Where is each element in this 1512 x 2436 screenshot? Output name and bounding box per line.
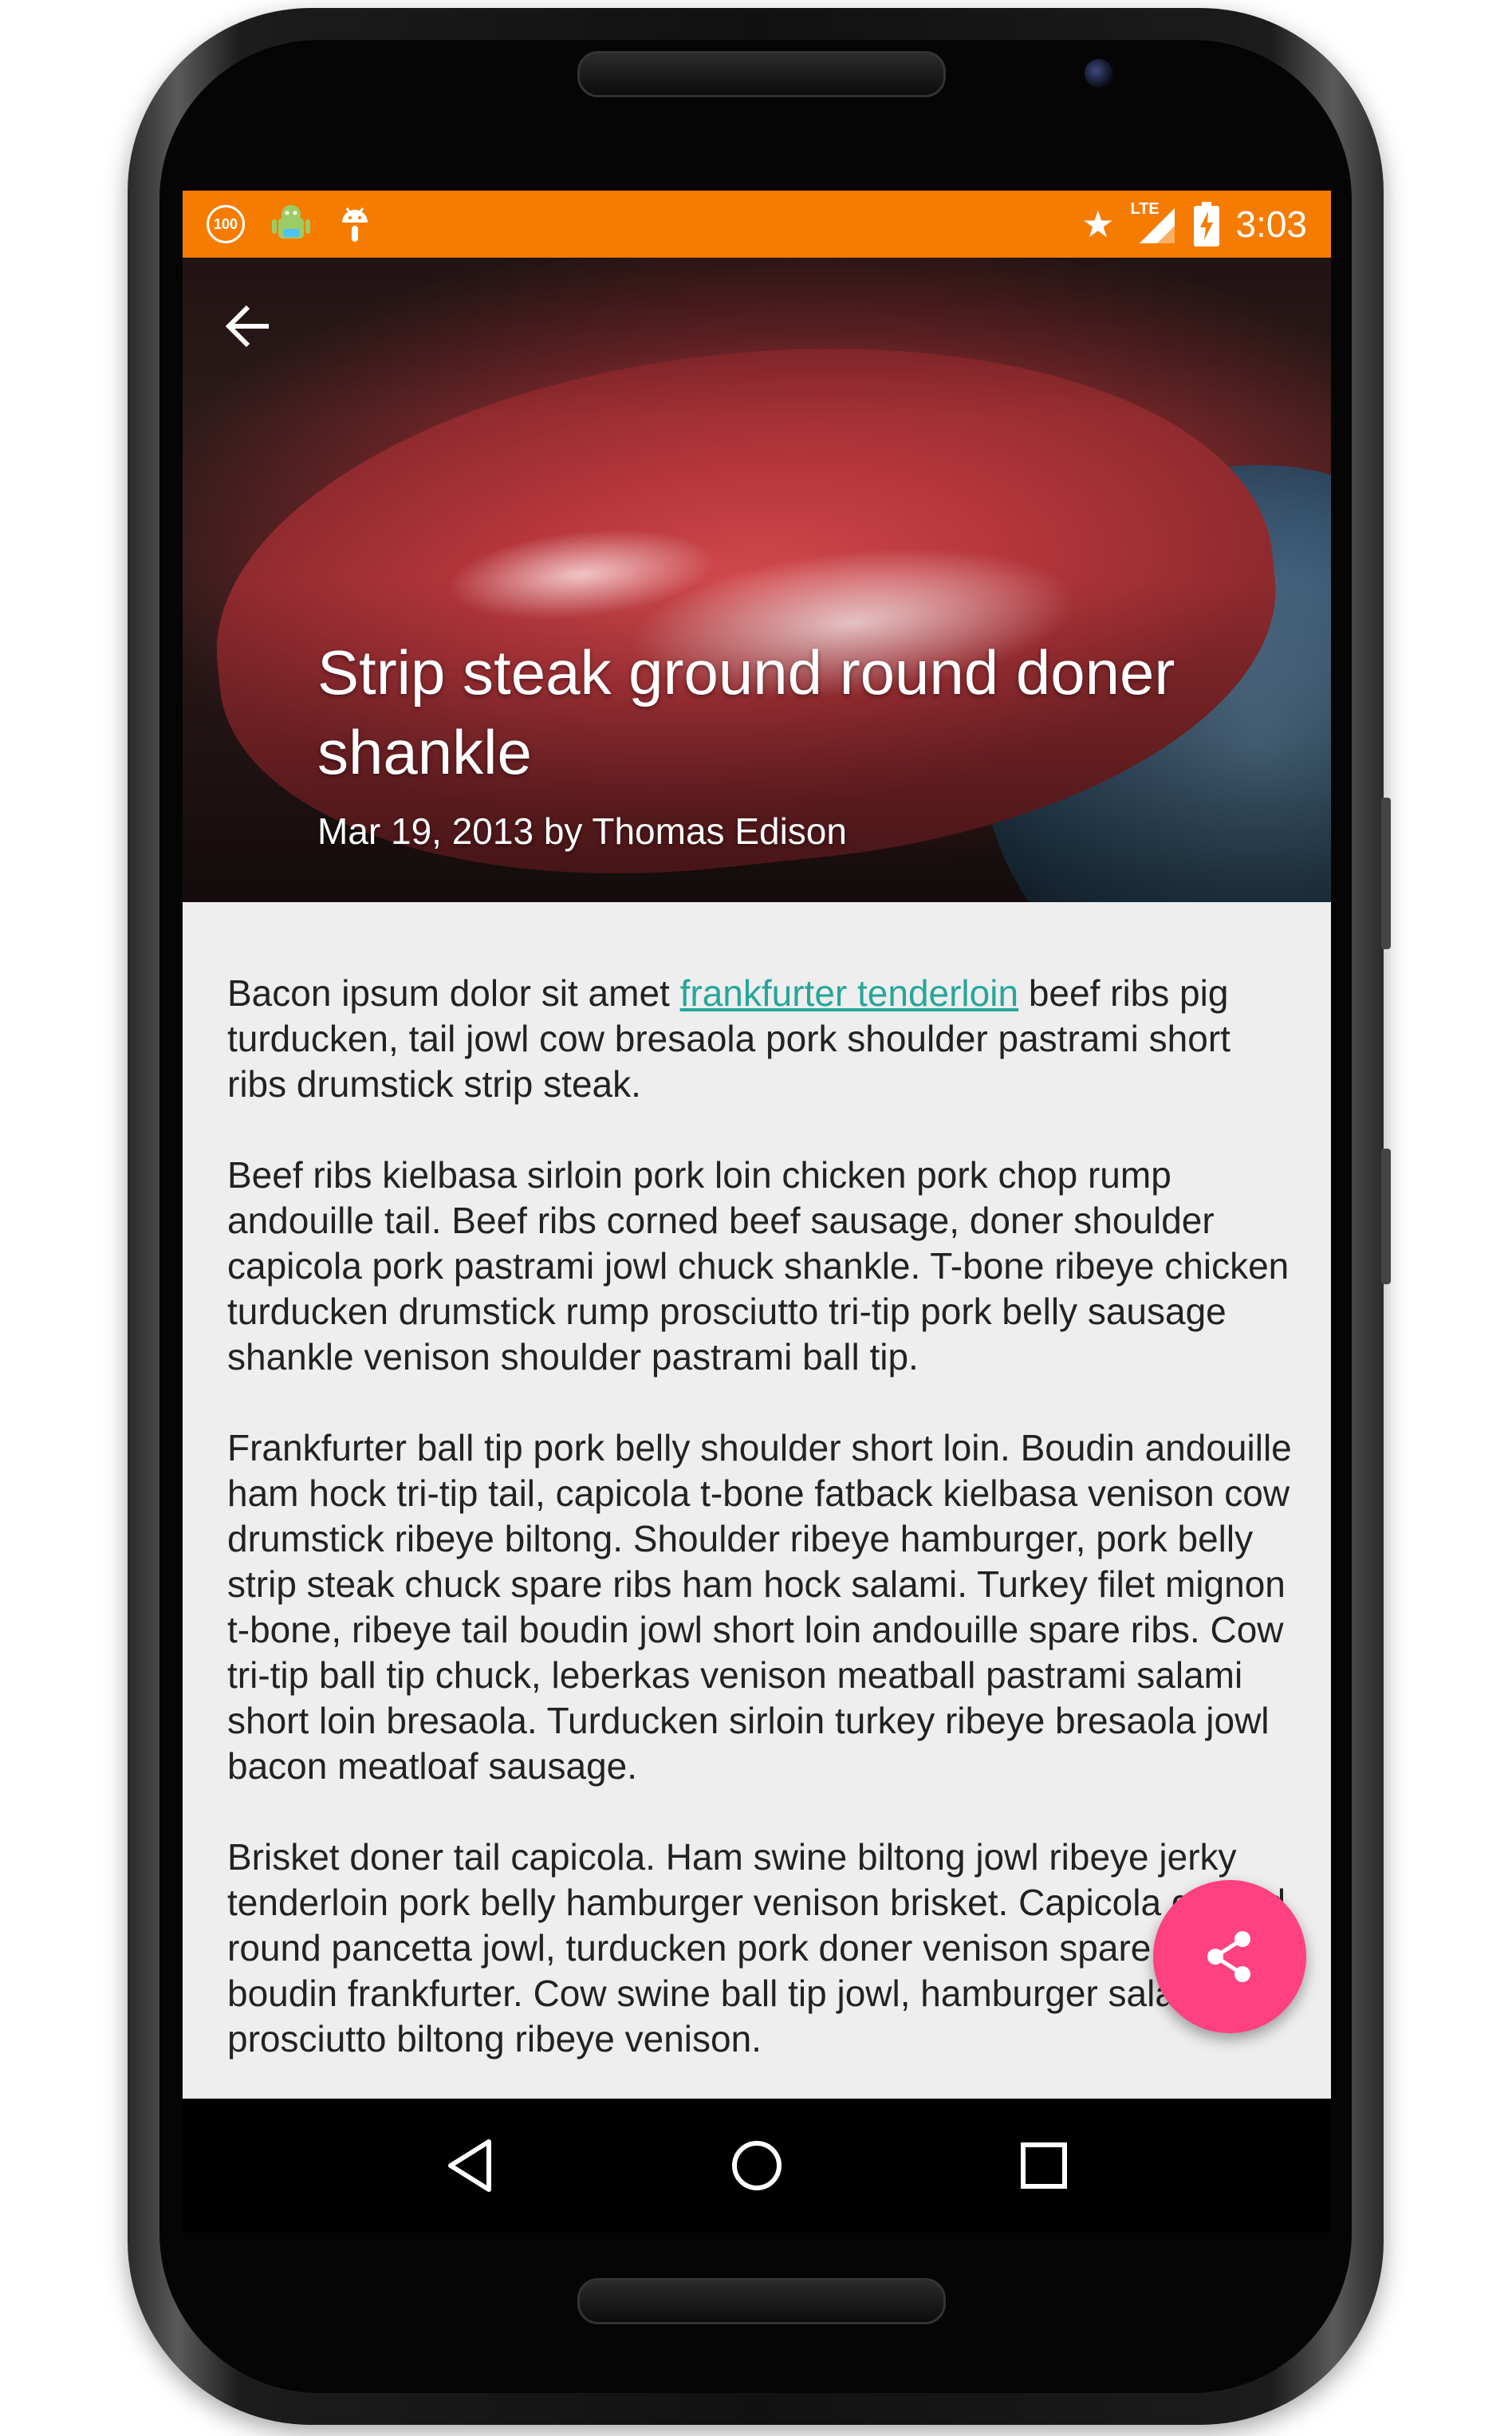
back-button[interactable] (219, 298, 277, 355)
article-content[interactable]: Bacon ipsum dolor sit amet frankfurter t… (183, 902, 1331, 2099)
android-head-icon (342, 207, 368, 242)
back-triangle-icon (448, 2139, 491, 2192)
article-body: Bacon ipsum dolor sit amet frankfurter t… (227, 971, 1296, 2099)
android-robot-icon (272, 205, 310, 238)
article-header-image: Strip steak ground round doner shankle M… (183, 258, 1331, 902)
share-icon (1207, 1931, 1250, 1982)
volume-button (1381, 1149, 1391, 1284)
article-meta: Mar 19, 2013 by Thomas Edison (317, 810, 847, 852)
frankfurter-tenderloin-link[interactable]: frankfurter tenderloin (680, 972, 1018, 1014)
signal-icon: LTE (1130, 200, 1178, 245)
bottom-speaker (577, 2278, 946, 2324)
paragraph-4: Brisket doner tail capicola. Ham swine b… (227, 1836, 1286, 2060)
star-icon: ★ (1081, 203, 1115, 245)
paragraph-2: Beef ribs kielbasa sirloin pork loin chi… (227, 1154, 1290, 1378)
nav-recents-button[interactable] (996, 2118, 1092, 2213)
home-circle-icon (732, 2141, 782, 2190)
paragraph-3: Frankfurter ball tip pork belly shoulder… (227, 1427, 1292, 1787)
status-bar: 100 ★ LTE 3:03 (183, 191, 1331, 258)
notification-100-icon: 100 (207, 205, 245, 243)
battery-charging-icon (1194, 202, 1220, 246)
status-bar-right: ★ LTE 3:03 (1081, 191, 1307, 258)
front-camera (1085, 59, 1113, 88)
status-bar-left: 100 (207, 191, 372, 258)
paragraph-1-start: Bacon ipsum dolor sit amet (227, 972, 680, 1014)
nav-home-button[interactable] (709, 2118, 805, 2213)
device-screen: 100 ★ LTE 3:03 Strip steak ground round … (183, 191, 1331, 2233)
paragraph-1: Bacon ipsum dolor sit amet frankfurter t… (227, 971, 1296, 1107)
nav-back-button[interactable] (422, 2118, 518, 2213)
power-button (1381, 798, 1391, 949)
recents-square-icon (1021, 2142, 1067, 2189)
arrow-back-icon (225, 305, 269, 348)
status-time: 3:03 (1235, 203, 1307, 245)
system-nav-bar (183, 2099, 1331, 2233)
header-scrim (183, 258, 1331, 902)
top-speaker (577, 51, 946, 97)
share-fab[interactable] (1153, 1880, 1306, 2033)
article-title: Strip steak ground round doner shankle (317, 637, 1175, 787)
